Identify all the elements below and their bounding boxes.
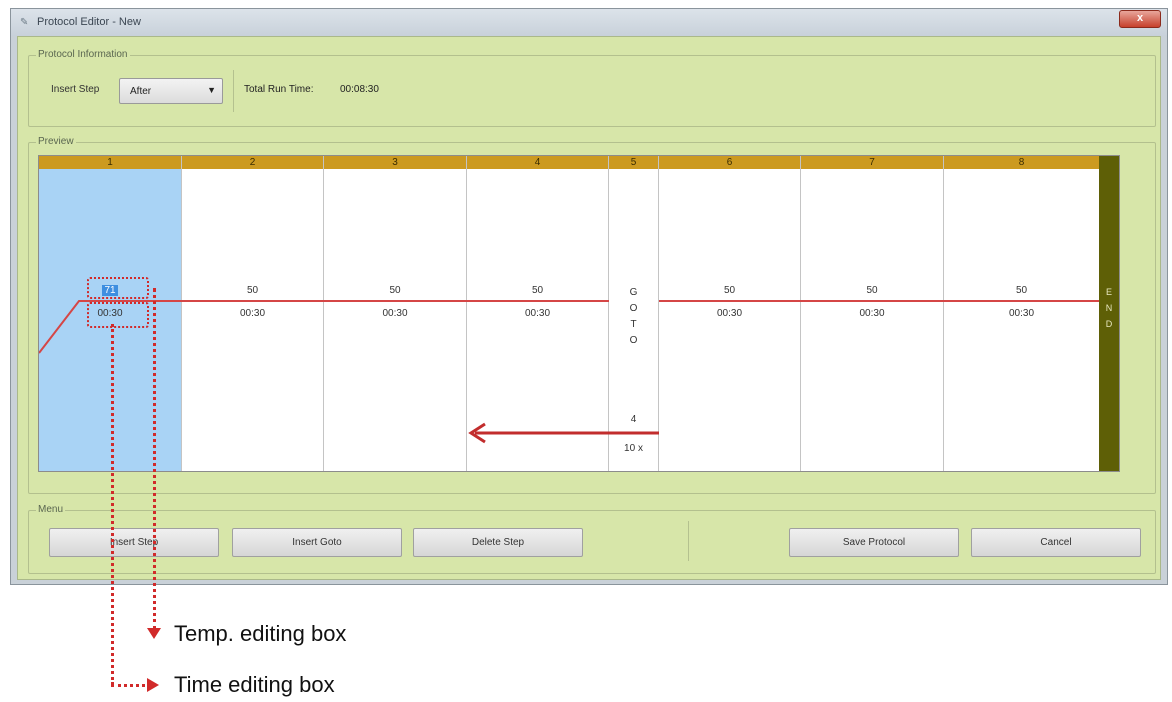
callout-line-temp [153,288,156,630]
title-bar: ✎ Protocol Editor - New x [11,9,1167,36]
callout-line-time-horizontal [111,684,151,687]
close-button[interactable]: x [1119,10,1161,28]
divider [688,521,689,561]
divider [233,70,234,112]
protocol-preview-canvas: 1 71 00:30 2 50 00:30 3 50 00:30 4 50 00… [38,155,1120,472]
group-title-protocol-information: Protocol Information [36,49,130,60]
cancel-button[interactable]: Cancel [971,528,1141,557]
save-protocol-button[interactable]: Save Protocol [789,528,959,557]
delete-step-button[interactable]: Delete Step [413,528,583,557]
group-title-preview: Preview [36,136,76,147]
callout-line-time [111,324,114,685]
insert-step-dropdown[interactable]: After ▼ [119,78,223,104]
total-run-time-value: 00:08:30 [340,84,379,95]
protocol-information-group: Protocol Information Insert Step After ▼… [28,49,1156,127]
menu-group: Menu Insert Step Insert Goto Delete Step… [28,504,1156,574]
window-title: Protocol Editor - New [37,16,141,28]
temp-editing-box-highlight [87,277,149,299]
arrow-down-icon [147,628,161,639]
app-icon: ✎ [20,17,29,28]
time-editing-box-highlight [87,302,149,328]
chevron-down-icon: ▼ [207,85,216,95]
group-title-menu: Menu [36,504,66,515]
annotation-temp-editing-box: Temp. editing box [174,621,347,646]
annotation-time-editing-box: Time editing box [174,672,335,697]
insert-goto-button[interactable]: Insert Goto [232,528,402,557]
insert-step-value: After [130,86,152,97]
arrow-right-icon [147,678,159,692]
total-run-time-label: Total Run Time: [244,84,314,95]
insert-step-label: Insert Step [51,84,100,95]
temperature-profile [39,300,1099,444]
insert-step-button[interactable]: Insert Step [49,528,219,557]
